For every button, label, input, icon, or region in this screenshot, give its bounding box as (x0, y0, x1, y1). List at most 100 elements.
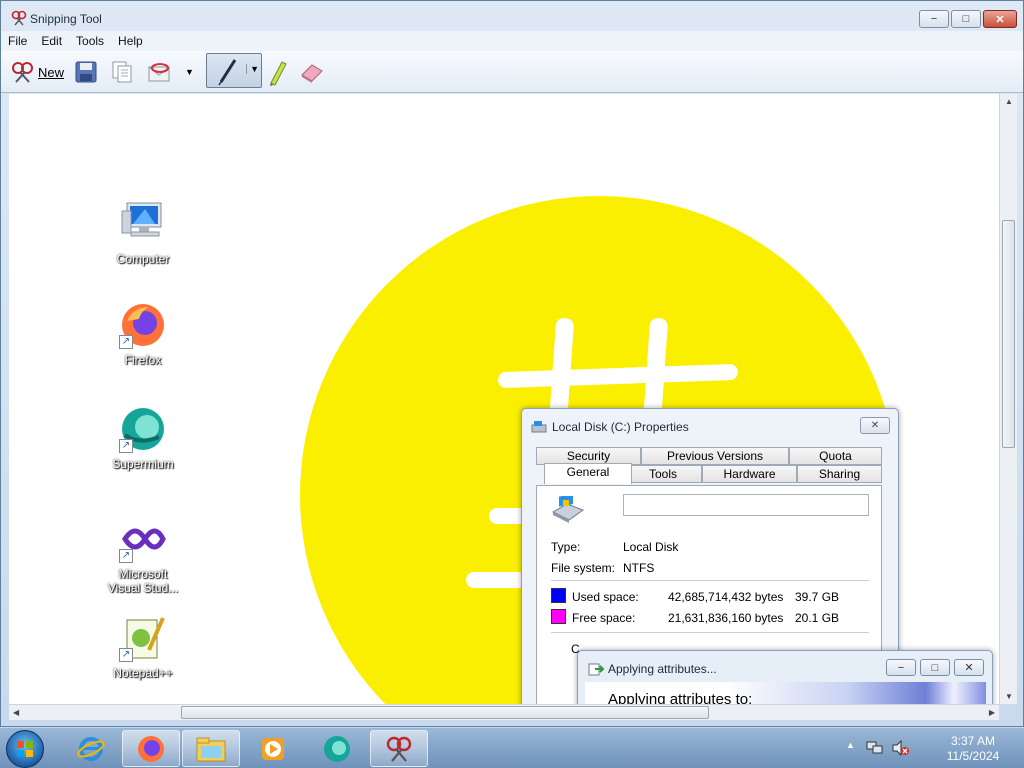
desktop-icon-firefox[interactable]: ↗ Firefox (98, 301, 188, 367)
desktop-icon-visual-studio[interactable]: ↗ Microsoft Visual Stud... (98, 515, 188, 595)
scroll-up-arrow[interactable]: ▲ (1005, 97, 1013, 106)
wallpaper-stroke (466, 572, 526, 588)
menu-tools[interactable]: Tools (69, 34, 111, 48)
applying-text: Applying attributes to: (608, 691, 753, 704)
desktop-icon-notepad-plus-plus[interactable]: ↗ Notepad++ (98, 614, 188, 680)
snip-canvas[interactable]: Computer ↗ Firefox ↗ Supermium ↗ Microso… (9, 94, 999, 704)
send-dropdown-arrow[interactable]: ▼ (185, 57, 194, 87)
pen-tool-button[interactable]: ▼ (206, 53, 262, 88)
divider (551, 580, 869, 581)
dialog-minimize-button[interactable]: − (886, 659, 916, 676)
file-system-value: NTFS (623, 561, 655, 575)
menu-bar: File Edit Tools Help (1, 31, 1023, 51)
save-icon (75, 61, 97, 83)
tab-sharing[interactable]: Sharing (797, 465, 882, 483)
new-snip-button[interactable]: New (11, 57, 64, 87)
show-hidden-icons-button[interactable]: ▲ (846, 740, 855, 750)
scroll-right-arrow[interactable]: ▶ (989, 708, 995, 717)
media-player-icon (262, 737, 284, 760)
highlighter-button[interactable] (267, 57, 289, 87)
free-space-gb: 20.1 GB (795, 611, 840, 625)
taskbar-media-player[interactable] (244, 730, 302, 767)
system-clock[interactable]: 3:37 AM 11/5/2024 (938, 734, 1008, 764)
pen-dropdown-arrow[interactable]: ▼ (246, 64, 259, 74)
new-label: New (38, 64, 65, 80)
drive-name-input[interactable] (623, 494, 869, 516)
type-label: Type: (551, 540, 581, 554)
tab-quota[interactable]: Quota (789, 447, 882, 465)
horizontal-scrollbar[interactable]: ◀ ▶ (9, 704, 999, 720)
eraser-button[interactable] (299, 57, 325, 87)
tab-tools[interactable]: Tools (624, 465, 702, 483)
scissors-icon (11, 10, 27, 26)
tab-hardware[interactable]: Hardware (702, 465, 797, 483)
pen-icon (218, 59, 237, 86)
taskbar-internet-explorer[interactable] (62, 730, 120, 767)
window-title: Snipping Tool (30, 12, 102, 26)
title-bar[interactable]: Snipping Tool − □ ✕ (1, 1, 1023, 31)
vertical-scroll-thumb[interactable] (1002, 220, 1015, 448)
used-space-gb: 39.7 GB (795, 590, 840, 604)
file-system-label: File system: (551, 561, 616, 575)
desktop-icon-label: Supermium (112, 457, 174, 471)
divider (551, 632, 869, 633)
used-space-bytes: 42,685,714,432 bytes (668, 590, 784, 604)
shortcut-arrow-icon: ↗ (119, 648, 133, 662)
taskbar-file-explorer[interactable] (182, 730, 240, 767)
tab-general[interactable]: General (544, 463, 632, 484)
copy-icon (112, 61, 132, 83)
send-snip-button[interactable] (147, 57, 173, 87)
minimize-button[interactable]: − (919, 10, 949, 28)
close-button[interactable]: ✕ (983, 10, 1017, 28)
taskbar-firefox[interactable] (122, 730, 180, 767)
desktop-icon-label: Microsoft Visual Stud... (107, 567, 179, 595)
shortcut-arrow-icon: ↗ (119, 549, 133, 563)
desktop-icon-label: Computer (116, 252, 170, 266)
drive-icon (531, 421, 547, 433)
wallpaper-stroke (497, 363, 739, 389)
free-space-swatch (551, 609, 566, 624)
internet-explorer-icon (77, 736, 105, 761)
desktop-icon-label: Firefox (124, 353, 162, 367)
taskbar-supermium[interactable] (308, 730, 366, 767)
save-button[interactable] (74, 57, 98, 87)
menu-edit[interactable]: Edit (34, 34, 69, 48)
taskbar-snipping-tool[interactable] (370, 730, 428, 767)
snipping-tool-icon (386, 736, 412, 762)
desktop-icon-supermium[interactable]: ↗ Supermium (98, 405, 188, 471)
tab-previous-versions[interactable]: Previous Versions (641, 447, 789, 465)
desktop-icon-computer[interactable]: Computer (98, 197, 188, 266)
drive-icon (551, 496, 585, 523)
network-icon[interactable] (866, 740, 884, 756)
email-icon (148, 63, 170, 82)
supermium-icon (324, 735, 350, 762)
scroll-down-arrow[interactable]: ▼ (1005, 692, 1013, 701)
menu-file[interactable]: File (1, 34, 34, 48)
dialog-maximize-button[interactable]: □ (920, 659, 950, 676)
eraser-icon (301, 64, 323, 83)
free-space-label: Free space: (572, 611, 636, 625)
shortcut-arrow-icon: ↗ (119, 335, 133, 349)
menu-help[interactable]: Help (111, 34, 150, 48)
firefox-icon (138, 735, 164, 762)
dialog-title: Applying attributes... (608, 662, 717, 676)
chevron-down-icon: ▼ (185, 67, 194, 77)
taskbar: ▲ 3:37 AM 11/5/2024 (0, 727, 1024, 768)
vertical-scrollbar[interactable]: ▲ ▼ (999, 94, 1017, 704)
maximize-button[interactable]: □ (951, 10, 981, 28)
scissors-icon (12, 62, 33, 83)
shortcut-arrow-icon: ↗ (119, 439, 133, 453)
start-button[interactable] (6, 730, 44, 768)
attributes-icon (588, 663, 605, 676)
dialog-close-button[interactable]: ✕ (954, 659, 984, 676)
applying-attributes-dialog: Applying attributes... − □ ✕ Applying at… (577, 650, 993, 704)
horizontal-scroll-thumb[interactable] (181, 706, 709, 719)
desktop-icon-label: Notepad++ (113, 666, 173, 680)
scroll-left-arrow[interactable]: ◀ (13, 708, 19, 717)
copy-button[interactable] (110, 57, 134, 87)
volume-muted-icon[interactable] (892, 740, 910, 756)
file-explorer-icon (196, 737, 226, 761)
computer-icon (121, 202, 162, 237)
dialog-close-button[interactable]: ✕ (860, 417, 890, 434)
snipping-tool-window: Snipping Tool − □ ✕ File Edit Tools Help… (0, 0, 1024, 727)
